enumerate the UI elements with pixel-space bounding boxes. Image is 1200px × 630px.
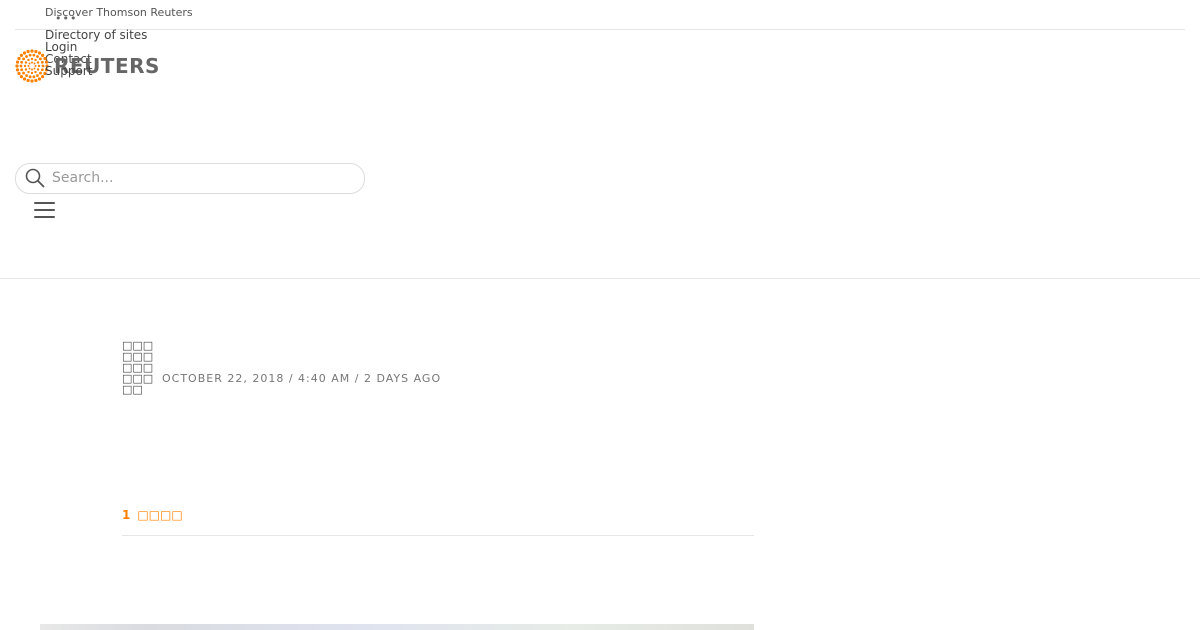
logo-dot bbox=[26, 78, 30, 83]
logo-dot bbox=[20, 60, 24, 64]
logo-dot bbox=[39, 57, 42, 61]
logo-dot bbox=[26, 49, 30, 54]
logo-dot bbox=[22, 57, 25, 61]
logo-dot bbox=[33, 67, 36, 70]
logo-dot bbox=[37, 51, 42, 55]
ellipsis-icon[interactable]: ••• bbox=[55, 13, 77, 24]
logo-dot bbox=[34, 49, 38, 54]
logo-dot bbox=[28, 67, 31, 70]
header-divider bbox=[0, 278, 1200, 279]
search-box[interactable] bbox=[15, 163, 365, 194]
reading-time-number: 1 bbox=[122, 508, 131, 522]
logo-dot bbox=[23, 64, 27, 68]
logo-dot bbox=[40, 68, 44, 72]
logo-dot bbox=[19, 53, 23, 57]
logo-dot bbox=[41, 53, 45, 57]
logo-dot bbox=[15, 60, 20, 64]
article-dateline: OCTOBER 22, 2018 / 4:40 AM / 2 DAYS AGO bbox=[162, 372, 442, 385]
logo-dot bbox=[40, 60, 44, 64]
logo-dot bbox=[31, 68, 33, 71]
logo-dot bbox=[37, 64, 41, 68]
logo-dot bbox=[25, 74, 28, 77]
logo-dot bbox=[36, 68, 40, 71]
article-byline[interactable]: □□□□□□□□□□□□□□ bbox=[122, 340, 156, 395]
logo-dot bbox=[30, 79, 34, 83]
reading-time: 1 □□□□ bbox=[122, 508, 183, 522]
logo-dot bbox=[22, 51, 27, 55]
logo-dot bbox=[33, 62, 36, 65]
logo-dot bbox=[19, 75, 23, 79]
logo-dot bbox=[43, 56, 47, 61]
logo-dot bbox=[31, 61, 33, 64]
logo-dot bbox=[27, 58, 30, 62]
logo-dot bbox=[39, 71, 42, 75]
logo-dot bbox=[32, 53, 36, 57]
logo-dot bbox=[36, 61, 40, 64]
logo-dot bbox=[22, 71, 25, 75]
logo-dot bbox=[20, 68, 24, 72]
logo-dot bbox=[34, 78, 38, 83]
logo-dot bbox=[15, 64, 19, 68]
logo-dot bbox=[17, 56, 21, 61]
article-divider bbox=[122, 535, 754, 536]
logo-dot bbox=[34, 65, 37, 67]
logo-dot bbox=[34, 70, 37, 74]
logo-dot bbox=[41, 64, 45, 68]
support-link[interactable]: Support bbox=[45, 65, 92, 77]
logo-dot bbox=[41, 75, 45, 79]
logo-dot bbox=[30, 71, 34, 75]
logo-dot bbox=[37, 77, 42, 81]
logo-dot bbox=[36, 74, 39, 77]
logo-dot bbox=[30, 49, 34, 53]
logo-dot bbox=[27, 70, 30, 74]
logo-dot bbox=[15, 68, 20, 72]
logo-dot bbox=[24, 68, 28, 71]
logo-dot bbox=[17, 71, 21, 76]
logo-dot bbox=[30, 57, 34, 61]
logo-dot bbox=[27, 65, 30, 67]
hamburger-menu-icon[interactable] bbox=[34, 200, 56, 220]
reuters-dot-ring-logo-icon bbox=[15, 49, 49, 83]
reading-time-label: □□□□ bbox=[137, 508, 183, 522]
search-input[interactable] bbox=[52, 168, 352, 188]
logo-dot bbox=[28, 75, 32, 79]
article-hero-image[interactable] bbox=[40, 624, 754, 630]
logo-dot bbox=[19, 64, 23, 68]
top-utility-bar: Discover Thomson Reuters bbox=[15, 0, 1185, 30]
logo-dot bbox=[28, 53, 32, 57]
logo-dot bbox=[36, 55, 39, 58]
logo-dot bbox=[25, 55, 28, 58]
logo-dot bbox=[28, 62, 31, 65]
logo-dot bbox=[32, 75, 36, 79]
logo-dot bbox=[34, 58, 37, 62]
logo-dot bbox=[22, 77, 27, 81]
logo-dot bbox=[24, 61, 28, 64]
search-icon[interactable] bbox=[25, 168, 45, 188]
